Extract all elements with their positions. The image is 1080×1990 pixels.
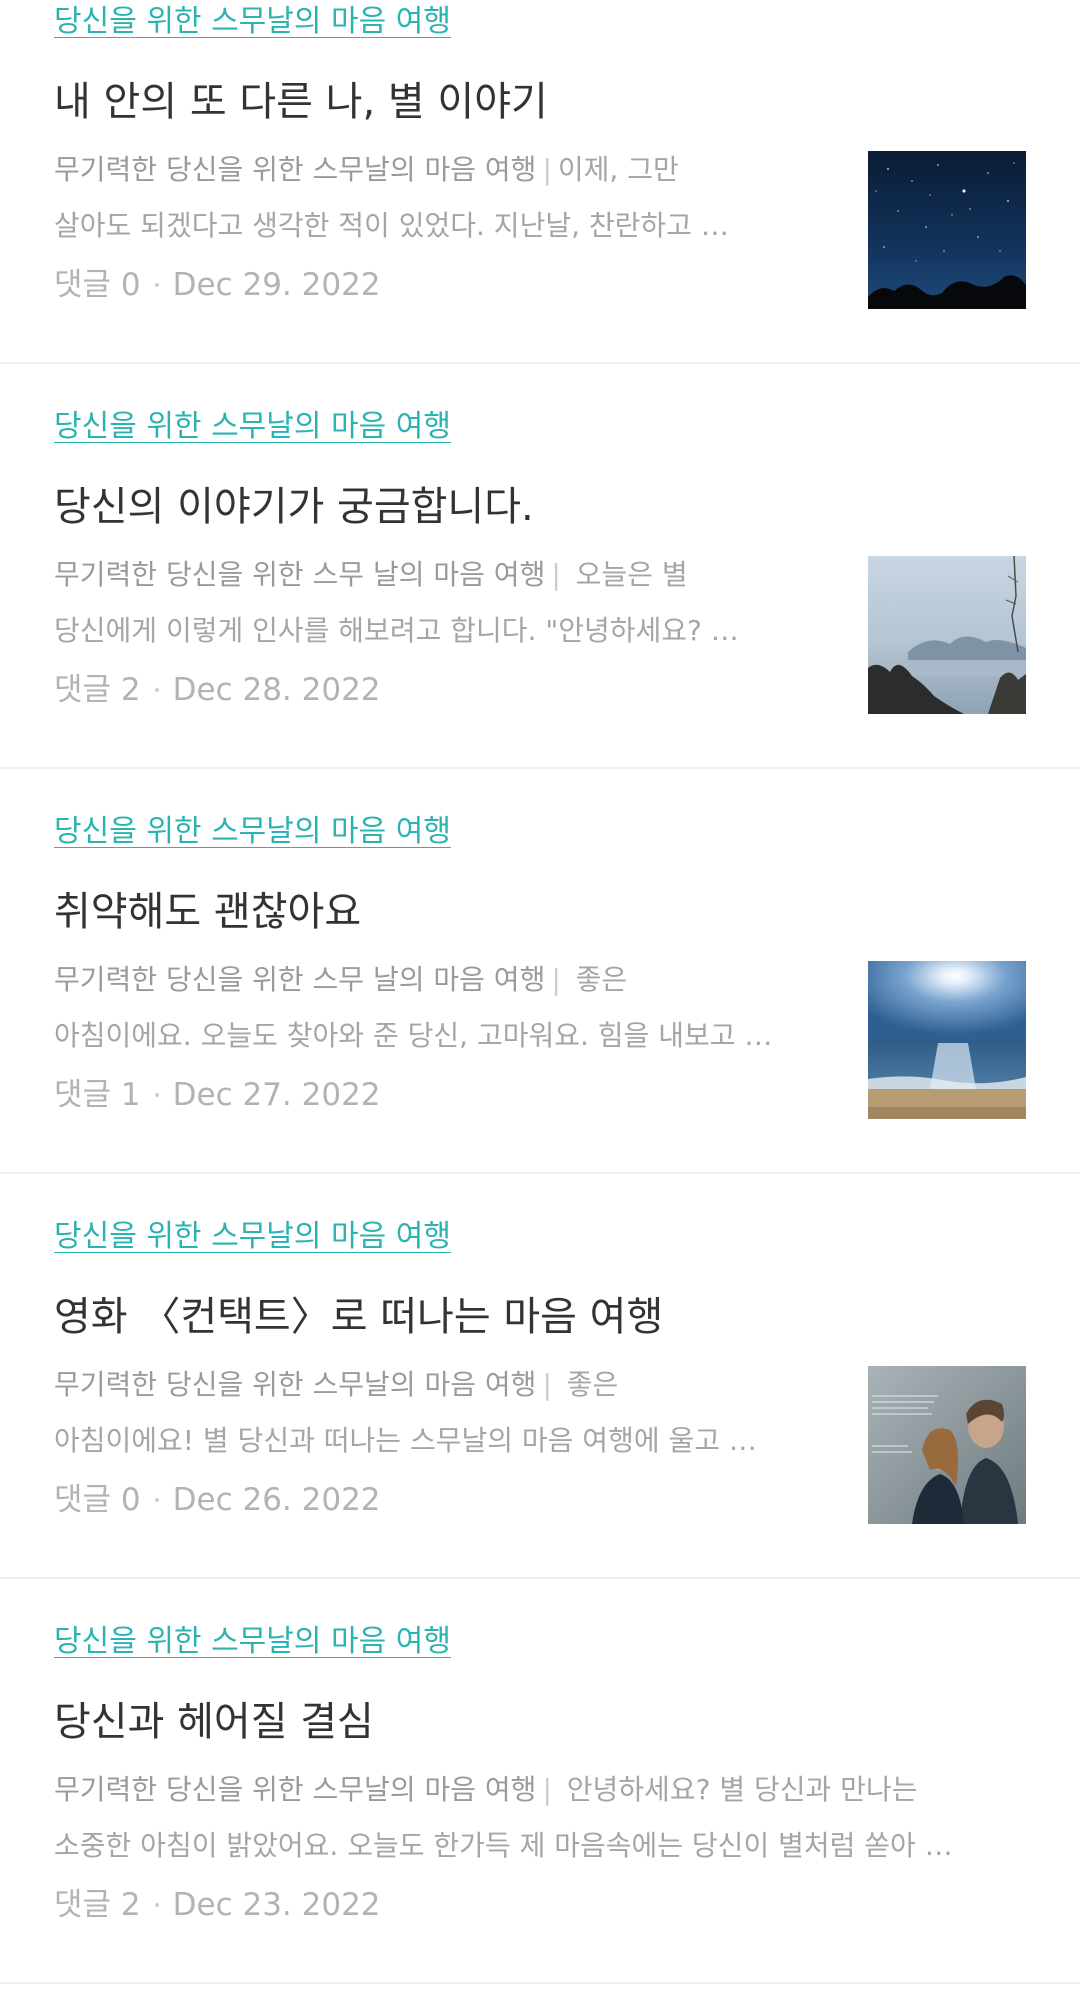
meta-dot-separator [154, 282, 159, 287]
post-category-link[interactable]: 당신을 위한 스무날의 마음 여행 [54, 405, 451, 449]
misty-islands-thumbnail [868, 556, 1026, 714]
starry-night-thumbnail [868, 151, 1026, 309]
post-title[interactable]: 내 안의 또 다른 나, 별 이야기 [54, 74, 548, 130]
comment-count: 댓글 2 [54, 672, 141, 708]
comment-count: 댓글 0 [54, 1482, 141, 1518]
post-title[interactable]: 영화 〈컨택트〉로 떠나는 마음 여행 [54, 1289, 663, 1345]
starry-night-image[interactable] [868, 151, 1026, 309]
post-date: Dec 29. 2022 [172, 267, 381, 303]
excerpt-line-1: 이제, 그만 [557, 153, 679, 186]
excerpt-separator: | [551, 963, 561, 996]
excerpt-line-2: 아침이에요. 오늘도 찾아와 준 당신, 고마워요. 힘을 내보고 … [54, 1019, 773, 1052]
excerpt-separator: | [542, 153, 552, 186]
post-excerpt[interactable]: 무기력한 당신을 위한 스무 날의 마음 여행 | 좋은 아침이에요. 오늘도 찾… [54, 952, 829, 1064]
excerpt-separator: | [551, 558, 561, 591]
post-excerpt[interactable]: 무기력한 당신을 위한 스무날의 마음 여행 | 이제, 그만 살아도 되겠다고 생… [54, 142, 829, 254]
post-list: 당신을 위한 스무날의 마음 여행 내 안의 또 다른 나, 별 이야기 무기력… [0, 0, 1080, 1984]
movie-still-thumbnail [868, 1366, 1026, 1524]
post-excerpt[interactable]: 무기력한 당신을 위한 스무날의 마음 여행 | 안녕하세요? 별 당신과 만나는… [54, 1762, 1026, 1874]
post-meta: 댓글 1 Dec 27. 2022 [54, 1072, 381, 1118]
post-excerpt[interactable]: 무기력한 당신을 위한 스무날의 마음 여행 | 좋은 아침이에요! 별 당신과 … [54, 1357, 829, 1469]
post-date: Dec 27. 2022 [172, 1077, 381, 1113]
excerpt-line-1: 좋은 [575, 963, 628, 996]
excerpt-lead: 무기력한 당신을 위한 스무 날의 마음 여행 [54, 963, 546, 996]
post-title[interactable]: 당신의 이야기가 궁금합니다. [54, 479, 534, 535]
excerpt-separator: | [542, 1773, 552, 1806]
meta-dot-separator [154, 1092, 159, 1097]
post-category-link[interactable]: 당신을 위한 스무날의 마음 여행 [54, 0, 451, 44]
excerpt-line-1: 좋은 [566, 1368, 619, 1401]
sunlit-sea-thumbnail [868, 961, 1026, 1119]
sunlit-sea-image[interactable] [868, 961, 1026, 1119]
excerpt-line-1: 안녕하세요? 별 당신과 만나는 [566, 1773, 918, 1806]
meta-dot-separator [154, 687, 159, 692]
excerpt-line-2: 아침이에요! 별 당신과 떠나는 스무날의 마음 여행에 울고 … [54, 1424, 757, 1457]
movie-still-image[interactable] [868, 1366, 1026, 1524]
list-item[interactable]: 당신을 위한 스무날의 마음 여행 내 안의 또 다른 나, 별 이야기 무기력… [0, 0, 1080, 364]
post-date: Dec 23. 2022 [172, 1887, 381, 1923]
post-category-link[interactable]: 당신을 위한 스무날의 마음 여행 [54, 1620, 451, 1664]
excerpt-line-1: 오늘은 별 [575, 558, 688, 591]
excerpt-lead: 무기력한 당신을 위한 스무날의 마음 여행 [54, 1368, 537, 1401]
comment-count: 댓글 1 [54, 1077, 141, 1113]
excerpt-lead: 무기력한 당신을 위한 스무날의 마음 여행 [54, 1773, 537, 1806]
excerpt-line-2: 살아도 되겠다고 생각한 적이 있었다. 지난날, 찬란하고 … [54, 209, 729, 242]
excerpt-lead: 무기력한 당신을 위한 스무날의 마음 여행 [54, 153, 537, 186]
list-item[interactable]: 당신을 위한 스무날의 마음 여행 당신의 이야기가 궁금합니다. 무기력한 당… [0, 364, 1080, 769]
excerpt-lead: 무기력한 당신을 위한 스무 날의 마음 여행 [54, 558, 546, 591]
post-title[interactable]: 당신과 헤어질 결심 [54, 1694, 374, 1750]
excerpt-line-2: 소중한 아침이 밝았어요. 오늘도 한가득 제 마음속에는 당신이 별처럼 쏟아… [54, 1829, 953, 1862]
post-meta: 댓글 0 Dec 29. 2022 [54, 262, 381, 308]
post-date: Dec 28. 2022 [172, 672, 381, 708]
post-meta: 댓글 2 Dec 23. 2022 [54, 1882, 381, 1928]
post-title[interactable]: 취약해도 괜찮아요 [54, 884, 361, 940]
post-excerpt[interactable]: 무기력한 당신을 위한 스무 날의 마음 여행 | 오늘은 별 당신에게 이렇게 … [54, 547, 829, 659]
meta-dot-separator [154, 1497, 159, 1502]
list-item[interactable]: 당신을 위한 스무날의 마음 여행 취약해도 괜찮아요 무기력한 당신을 위한 … [0, 769, 1080, 1174]
comment-count: 댓글 2 [54, 1887, 141, 1923]
post-category-link[interactable]: 당신을 위한 스무날의 마음 여행 [54, 1215, 451, 1259]
comment-count: 댓글 0 [54, 267, 141, 303]
post-category-link[interactable]: 당신을 위한 스무날의 마음 여행 [54, 810, 451, 854]
misty-islands-image[interactable] [868, 556, 1026, 714]
excerpt-line-2: 당신에게 이렇게 인사를 해보려고 합니다. "안녕하세요? … [54, 614, 739, 647]
post-date: Dec 26. 2022 [172, 1482, 381, 1518]
post-meta: 댓글 2 Dec 28. 2022 [54, 667, 381, 713]
post-meta: 댓글 0 Dec 26. 2022 [54, 1477, 381, 1523]
excerpt-separator: | [542, 1368, 552, 1401]
list-item[interactable]: 당신을 위한 스무날의 마음 여행 당신과 헤어질 결심 무기력한 당신을 위한… [0, 1579, 1080, 1984]
meta-dot-separator [154, 1902, 159, 1907]
list-item[interactable]: 당신을 위한 스무날의 마음 여행 영화 〈컨택트〉로 떠나는 마음 여행 무기… [0, 1174, 1080, 1579]
